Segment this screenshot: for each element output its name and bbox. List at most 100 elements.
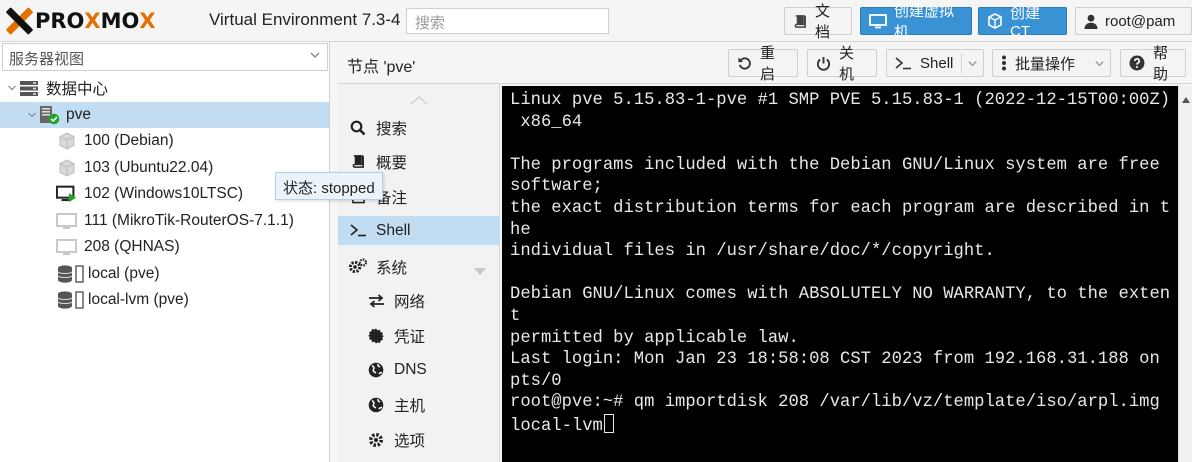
terminal-line: root@pve:~# qm importdisk 208 /var/lib/v…: [510, 393, 1160, 413]
nav-item-system[interactable]: 系统: [338, 252, 500, 281]
nav-item-hosts[interactable]: 主机: [338, 390, 500, 419]
certificate-icon: [366, 328, 386, 344]
docs-button-label: 文档: [815, 3, 831, 41]
collapse-icon[interactable]: [6, 83, 18, 93]
page-title: 节点 'pve': [347, 59, 416, 76]
search-input[interactable]: 搜索: [406, 8, 609, 34]
help-label: 帮助: [1153, 45, 1169, 83]
tree-item-label: 103 (Ubuntu22.04): [84, 158, 214, 176]
resource-tree-panel: 服务器视图 数据中心 pve 100 (Debian) 103 (Ubuntu2…: [0, 42, 330, 462]
nav-item-dns[interactable]: DNS: [338, 355, 500, 384]
storage-icon: [56, 264, 86, 284]
terminal-icon: [348, 224, 368, 237]
nav-item-label: 网络: [394, 293, 426, 311]
shell-button[interactable]: Shell: [886, 49, 984, 77]
server-rack-icon: [18, 78, 40, 98]
terminal-line: the exact distribution terms for each pr…: [510, 198, 1171, 218]
create-vm-button[interactable]: 创建虚拟机: [860, 3, 972, 41]
node-online-icon: [38, 105, 60, 125]
create-vm-label: 创建虚拟机: [894, 3, 955, 41]
terminal-cursor: [603, 413, 614, 433]
top-bar: PRO X MO X Virtual Environment 7.3-4 搜索 文档 …: [0, 0, 1192, 42]
docs-button[interactable]: 文档: [784, 3, 852, 41]
nav-item-network[interactable]: 网络: [338, 286, 500, 315]
terminal-scrollbar[interactable]: [1178, 86, 1192, 462]
shutdown-label: 关机: [839, 45, 855, 83]
tree-item-label: 数据中心: [46, 81, 109, 99]
terminal-line: t: [510, 306, 521, 326]
nav-item-label: 主机: [394, 397, 426, 415]
tree-item-label: 100 (Debian): [84, 132, 174, 150]
tree-item-guest-208[interactable]: 208 (QHNAS): [0, 234, 329, 261]
tree-item-guest-111[interactable]: 111 (MikroTik-RouterOS-7.1.1): [0, 208, 329, 235]
tree-item-node-pve[interactable]: pve: [0, 101, 329, 128]
globe-icon: [366, 362, 386, 378]
terminal-line: permitted by applicable law.: [510, 328, 799, 348]
nav-item-certificates[interactable]: 凭证: [338, 321, 500, 350]
view-selector[interactable]: 服务器视图: [2, 43, 328, 71]
proxmox-logo[interactable]: PRO X MO X: [5, 6, 156, 36]
nav-item-search[interactable]: 搜索: [338, 113, 500, 142]
exchange-icon: [366, 293, 386, 308]
terminal-line: individual files in /usr/share/doc/*/cop…: [510, 242, 995, 262]
shell-terminal[interactable]: Linux pve 5.15.83-1-pve #1 SMP PVE 5.15.…: [502, 86, 1178, 462]
nav-item-label: DNS: [394, 360, 427, 378]
terminal-line: The programs included with the Debian GN…: [510, 155, 1160, 175]
tree-item-label: local-lvm (pve): [88, 291, 189, 309]
create-ct-label: 创建CT: [1010, 5, 1041, 40]
tree-item-datacenter[interactable]: 数据中心: [0, 75, 329, 102]
tree-item-guest-100[interactable]: 100 (Debian): [0, 128, 329, 155]
shell-label: Shell: [920, 54, 954, 72]
chevron-down-icon[interactable]: [1088, 53, 1110, 73]
chevron-down-icon[interactable]: [309, 48, 321, 65]
help-circle-icon: [1129, 55, 1145, 71]
reboot-button[interactable]: 重启: [728, 45, 798, 83]
collapse-caret-icon[interactable]: [474, 262, 486, 280]
vm-running-icon: [56, 184, 78, 204]
user-menu-label: root@pam: [1105, 12, 1176, 30]
terminal-line: local-lvm: [510, 416, 603, 436]
globe-icon: [366, 397, 386, 413]
content-header: 节点 'pve' 重启 关机 Shell 批量操作 帮助: [338, 42, 1192, 84]
create-ct-button[interactable]: 创建CT: [978, 5, 1067, 40]
container-icon: [56, 158, 78, 178]
storage-icon: [56, 290, 86, 310]
terminal-line: software;: [510, 177, 603, 197]
node-nav-menu: 搜索 概要 备注 Shell 系统 网络 凭证 DNS 主机 选项: [338, 84, 500, 462]
version-label: Virtual Environment 7.3-4: [209, 10, 401, 29]
nav-item-label: Shell: [376, 221, 411, 239]
collapse-icon[interactable]: [26, 110, 38, 120]
tree-item-storage-local-lvm[interactable]: local-lvm (pve): [0, 287, 329, 314]
bulk-actions-button[interactable]: 批量操作: [992, 49, 1111, 77]
monitor-icon: [869, 13, 887, 29]
nav-item-label: 概要: [376, 154, 408, 172]
status-tooltip: 状态: stopped: [275, 172, 383, 200]
power-icon: [816, 56, 831, 71]
tree-item-label: local (pve): [88, 264, 160, 282]
cube-icon: [987, 13, 1003, 29]
terminal-line: Debian GNU/Linux comes with ABSOLUTELY N…: [510, 285, 1171, 305]
tree-item-label: 111 (MikroTik-RouterOS-7.1.1): [84, 211, 294, 229]
proxmox-x-mark: [5, 7, 34, 35]
scroll-up-icon[interactable]: [410, 92, 428, 109]
vm-stopped-icon: [56, 237, 78, 257]
tree-item-label: 102 (Windows10LTSC): [84, 185, 244, 203]
shutdown-button[interactable]: 关机: [807, 45, 877, 83]
nav-item-label: 选项: [394, 432, 426, 450]
chevron-down-icon[interactable]: [961, 53, 983, 73]
user-icon: [1084, 14, 1098, 29]
terminal-line: x86_64: [510, 112, 583, 132]
terminal-prompt-line: local-lvm: [510, 413, 1178, 438]
reboot-label: 重启: [760, 45, 776, 83]
user-menu-button[interactable]: root@pam: [1075, 7, 1192, 35]
nav-item-options[interactable]: 选项: [338, 425, 500, 454]
terminal-line: Last login: Mon Jan 23 18:58:08 CST 2023…: [510, 350, 1160, 370]
terminal-line: he: [510, 220, 531, 240]
ellipsis-vertical-icon: [1001, 55, 1007, 71]
tree-item-label: 208 (QHNAS): [84, 238, 180, 256]
scroll-up-arrow-icon[interactable]: [1182, 90, 1190, 107]
nav-item-shell[interactable]: Shell: [338, 216, 500, 245]
help-button[interactable]: 帮助: [1120, 45, 1186, 83]
tree-item-storage-local[interactable]: local (pve): [0, 261, 329, 288]
